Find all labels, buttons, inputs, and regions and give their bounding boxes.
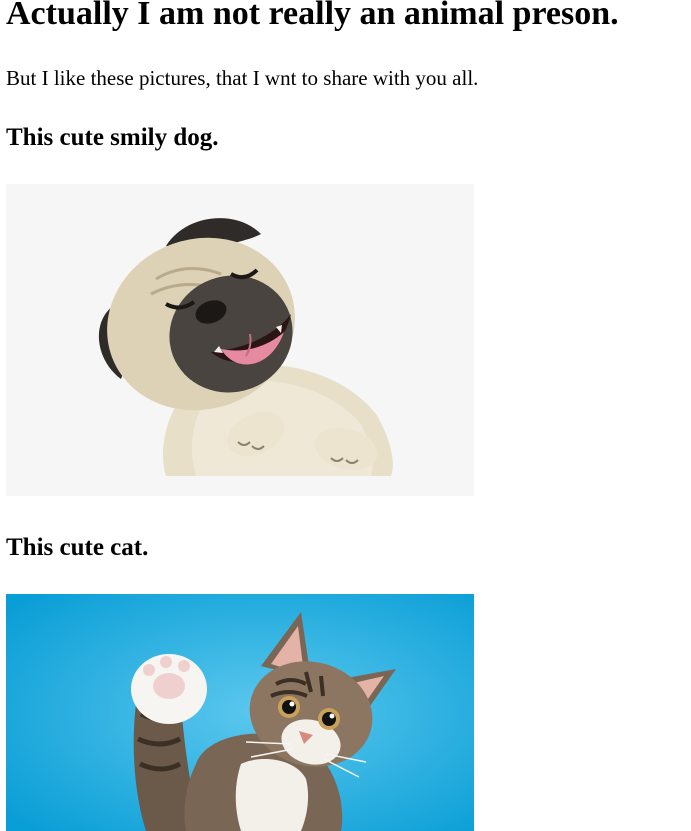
waving-cat-illustration xyxy=(6,594,474,831)
page-heading: Actually I am not really an animal preso… xyxy=(6,0,619,32)
dog-photo xyxy=(6,184,474,496)
intro-paragraph: But I like these pictures, that I wnt to… xyxy=(6,66,479,90)
dog-section-heading: This cute smily dog. xyxy=(6,124,219,151)
cat-section-heading: This cute cat. xyxy=(6,534,149,561)
smiling-pug-illustration xyxy=(6,184,474,496)
page: Actually I am not really an animal preso… xyxy=(0,0,691,831)
cat-photo xyxy=(6,594,474,831)
